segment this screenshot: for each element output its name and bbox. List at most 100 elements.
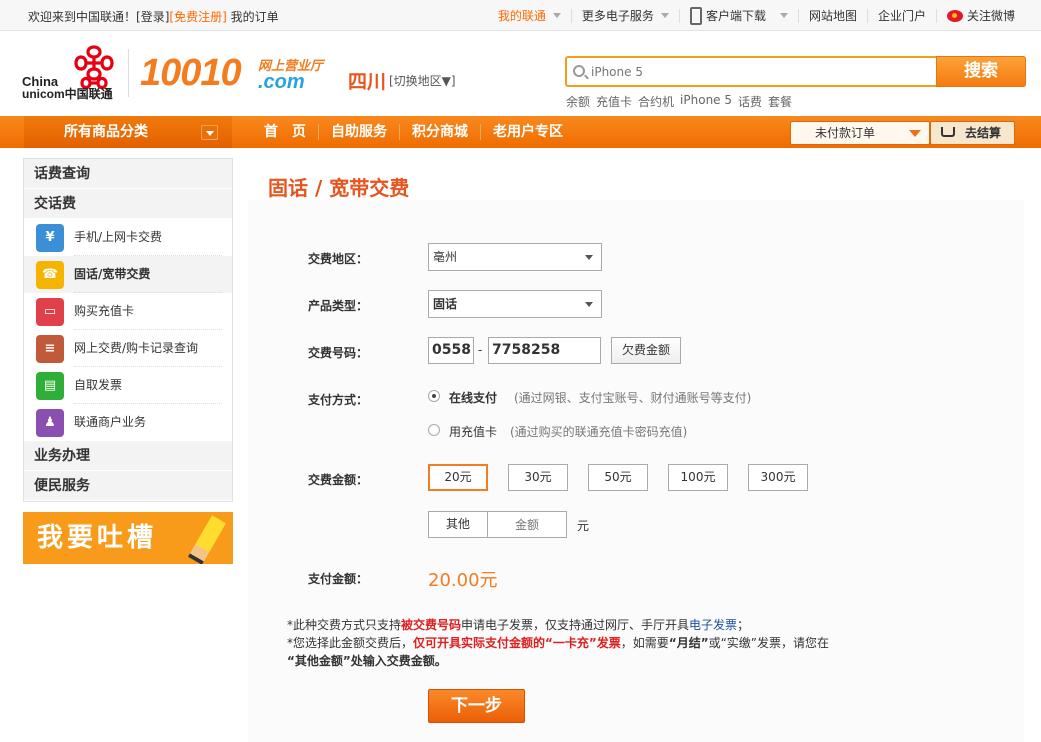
amount-option-300[interactable]: 300元 xyxy=(748,464,808,491)
more-services-label: 更多电子服务 xyxy=(581,8,654,23)
note-text: *此种交费方式只支持 xyxy=(287,618,402,632)
paid-amount-label: 支付金额： xyxy=(308,572,369,586)
hotword-link[interactable]: 合约机 xyxy=(638,93,674,110)
sidebar-item-buy-card[interactable]: ▭ 购买充值卡 xyxy=(24,293,232,330)
chevron-down-icon xyxy=(201,125,218,140)
unpaid-orders-label: 未付款订单 xyxy=(815,126,876,140)
amount-option-20[interactable]: 20元 xyxy=(428,464,488,491)
client-download-menu[interactable]: 客户端下载 xyxy=(678,6,798,25)
sidebar-section-pay-bill[interactable]: 交话费 xyxy=(24,189,232,219)
sitemap-link[interactable]: 网站地图 xyxy=(797,8,867,23)
weibo-link[interactable]: 关注微博 xyxy=(935,8,1041,23)
hot-keywords: 余额 充值卡 合约机 iPhone 5 话费 套餐 xyxy=(566,93,792,110)
number-dash: - xyxy=(478,343,483,357)
online-pay-label[interactable]: 在线支付 xyxy=(449,389,497,406)
search-button[interactable]: 搜索 xyxy=(936,56,1026,87)
my-orders-link[interactable]: 我的订单 xyxy=(231,10,279,24)
chevron-down-icon xyxy=(909,130,921,137)
arrears-button[interactable]: 欠费金额 xyxy=(611,337,681,364)
amount-unit: 元 xyxy=(577,519,590,533)
sidebar-item-records[interactable]: ≡ 网上交费/购卡记录查询 xyxy=(24,330,232,367)
all-categories-menu[interactable]: 所有商品分类 xyxy=(24,116,232,148)
sidebar-item-invoice[interactable]: ▤ 自取发票 xyxy=(24,367,232,404)
sidebar: 话费查询 交话费 ¥ 手机/上网卡交费 ☎ 固话/宽带交费 ▭ 购买充值卡 ≡ … xyxy=(23,158,233,502)
sidebar-section-business[interactable]: 业务办理 xyxy=(24,441,232,471)
page-title: 固话 / 宽带交费 xyxy=(268,176,410,200)
next-step-button[interactable]: 下一步 xyxy=(428,689,525,723)
note-text: 申请电子发票，仅支持通过网厅、手厅开具 xyxy=(461,618,690,632)
my-unicom-label: 我的联通 xyxy=(497,8,546,23)
search-input[interactable] xyxy=(591,62,931,82)
cart-icon xyxy=(941,127,955,137)
area-code-input[interactable]: 0558 xyxy=(428,337,474,364)
sidebar-item-label: 自取发票 xyxy=(74,367,222,404)
sidebar-item-mobile-pay[interactable]: ¥ 手机/上网卡交费 xyxy=(24,219,232,256)
amount-option-100[interactable]: 100元 xyxy=(668,464,728,491)
note-bold: “月结” xyxy=(668,636,709,650)
product-type-select[interactable]: 固话 xyxy=(428,290,602,318)
pay-method-label: 支付方式： xyxy=(308,393,369,407)
unicom-text-logo: China unicom中国联通 xyxy=(22,75,113,101)
checkout-button[interactable]: 去结算 xyxy=(930,121,1015,145)
sidebar-item-label: 固话/宽带交费 xyxy=(74,256,222,293)
note-text: *您选择此金额交费后， xyxy=(287,636,414,650)
hotword-link[interactable]: 余额 xyxy=(566,93,590,110)
card-icon: ▭ xyxy=(36,297,64,326)
nav-points-mall[interactable]: 积分商城 xyxy=(399,124,480,140)
login-link[interactable]: [登录] xyxy=(136,10,169,24)
note-line-1: *此种交费方式只支持被交费号码申请电子发票，仅支持通过网厅、手厅开具电子发票； xyxy=(287,616,907,634)
phone-number-input[interactable]: 7758258 xyxy=(488,337,601,364)
card-pay-label[interactable]: 用充值卡 xyxy=(449,423,497,440)
amount-option-50[interactable]: 50元 xyxy=(588,464,648,491)
sidebar-section-convenience[interactable]: 便民服务 xyxy=(24,471,232,501)
logo-unicom-text: unicom中国联通 xyxy=(22,87,113,101)
feedback-banner[interactable]: 我要吐槽 xyxy=(23,512,233,564)
online-pay-radio[interactable] xyxy=(428,390,440,402)
hotword-link[interactable]: 充值卡 xyxy=(596,93,632,110)
product-type-label: 产品类型： xyxy=(308,299,369,313)
chevron-down-icon xyxy=(779,13,788,18)
note-line-3: “其他金额”处输入交费金额。 xyxy=(287,654,447,668)
nav-old-users[interactable]: 老用户专区 xyxy=(480,124,575,140)
nav-home[interactable]: 首 页 xyxy=(252,124,318,140)
logo-10010[interactable]: 10010 xyxy=(140,52,242,94)
number-label: 交费号码： xyxy=(308,346,369,360)
header: China unicom中国联通 10010 网上营业厅 .com 四川 [切换… xyxy=(0,31,1041,116)
e-invoice-link[interactable]: 电子发票 xyxy=(689,618,737,632)
product-type-value: 固话 xyxy=(433,297,458,311)
hotword-link[interactable]: iPhone 5 xyxy=(680,93,732,110)
sidebar-item-label: 联通商户业务 xyxy=(74,415,147,429)
telephone-icon: ☎ xyxy=(36,260,64,289)
note-text: ； xyxy=(737,618,750,632)
other-amount-button[interactable]: 其他 xyxy=(428,511,488,538)
pencil-icon xyxy=(188,515,226,564)
more-services-menu[interactable]: 更多电子服务 xyxy=(570,8,679,23)
switch-area-link[interactable]: [切换地区▼] xyxy=(389,72,456,89)
area-label: 交费地区： xyxy=(308,252,369,266)
enterprise-link[interactable]: 企业门户 xyxy=(866,8,936,23)
sidebar-section-bill-query[interactable]: 话费查询 xyxy=(24,159,232,189)
sidebar-item-label: 手机/上网卡交费 xyxy=(74,219,222,256)
register-link[interactable]: [免费注册] xyxy=(169,10,226,24)
note-highlight: 仅可开具实际支付金额的“一卡充”发票 xyxy=(413,636,621,650)
unpaid-orders-dropdown[interactable]: 未付款订单 xyxy=(790,121,930,145)
other-amount-input[interactable] xyxy=(487,511,567,538)
sidebar-item-merchant[interactable]: ♟ 联通商户业务 xyxy=(24,404,232,441)
card-pay-note: (通过购买的联通充值卡密码充值) xyxy=(510,425,688,439)
note-line-2: *您选择此金额交费后，仅可开具实际支付金额的“一卡充”发票，如需要“月结”或“实… xyxy=(287,634,907,652)
sidebar-item-landline-pay[interactable]: ☎ 固话/宽带交费 xyxy=(24,256,232,293)
amount-option-30[interactable]: 30元 xyxy=(508,464,568,491)
logo-com-text: .com xyxy=(258,71,305,93)
merchant-icon: ♟ xyxy=(36,408,64,437)
hotword-link[interactable]: 套餐 xyxy=(768,93,792,110)
area-select-value: 亳州 xyxy=(433,250,458,264)
hotword-link[interactable]: 话费 xyxy=(738,93,762,110)
card-pay-radio[interactable] xyxy=(428,424,440,436)
my-unicom-menu[interactable]: 我的联通 xyxy=(488,9,571,23)
chevron-down-icon xyxy=(660,13,669,18)
checkout-label: 去结算 xyxy=(965,126,1002,140)
area-select[interactable]: 亳州 xyxy=(428,243,602,271)
feedback-banner-text: 我要吐槽 xyxy=(37,523,158,553)
nav-self-service[interactable]: 自助服务 xyxy=(318,124,399,140)
chevron-down-icon xyxy=(585,255,593,260)
